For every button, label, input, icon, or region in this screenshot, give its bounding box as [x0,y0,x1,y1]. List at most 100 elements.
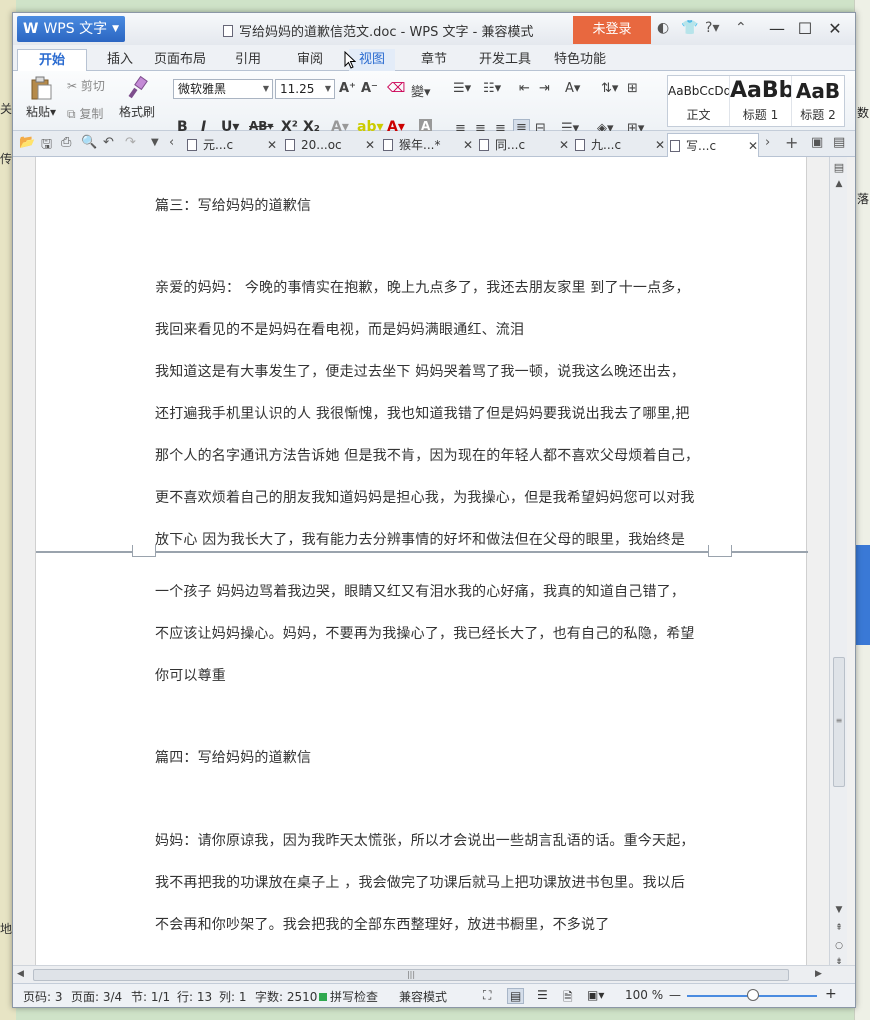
close-tab-icon[interactable]: ✕ [559,133,569,157]
text-line: 妈妈：请你原谅我，因为我昨天太慌张，所以才会说出一些胡言乱语的话。重今天起， [155,833,695,849]
close-button[interactable]: ✕ [821,17,849,41]
hscroll-thumb[interactable]: ||| [33,969,789,981]
margin-mark-left [132,545,156,557]
fullscreen-icon[interactable]: ⛶ [483,988,491,1003]
undo-icon[interactable]: ↶ [103,135,114,150]
prev-page-icon[interactable]: ⇞ [833,923,845,933]
scroll-right-icon[interactable]: ▶ [815,969,822,979]
zoom-level[interactable]: 100 % [625,988,663,1002]
format-painter-label: 格式刷 [118,105,155,119]
scroll-thumb[interactable]: ≡ [833,657,845,787]
close-tab-icon[interactable]: ✕ [748,134,758,158]
shirt-icon[interactable]: 👕 [681,20,698,36]
tab-insert[interactable]: 插入 [95,49,145,71]
doc-tab-4[interactable]: 同...c ✕ [477,133,569,157]
format-painter-button[interactable]: 格式刷 [117,75,157,120]
table-icon[interactable]: ⊞ [627,81,638,96]
doc-tab-3[interactable]: 猴年...* ✕ [381,133,473,157]
tab-page-layout[interactable]: 页面布局 [151,49,209,71]
tab-developer[interactable]: 开发工具 [473,49,537,71]
doc-tab-2[interactable]: 20...oc ✕ [283,133,375,157]
customize-chevron-icon[interactable]: ▼ [151,137,159,148]
help-label: ? [705,20,713,36]
new-tab-icon[interactable]: + [785,133,798,152]
zoom-slider-handle[interactable] [747,989,759,1001]
tab-review[interactable]: 审阅 [287,49,333,71]
tabs-right-arrow-icon[interactable]: › [765,135,770,150]
window-title-text: 写给妈妈的道歉信范文.doc - WPS 文字 - 兼容模式 [239,25,534,40]
zoom-in-icon[interactable]: + [825,986,837,1002]
doc-tab-label: 猴年...* [399,138,441,152]
close-tab-icon[interactable]: ✕ [655,133,665,157]
ruler-toggle-icon[interactable]: ▤ [833,161,845,174]
numbering-icon[interactable]: ☷▾ [483,81,501,96]
open-folder-icon[interactable]: 📂 [19,135,35,150]
tab-features[interactable]: 特色功能 [547,49,613,71]
doc-tab-label: 同...c [495,138,526,152]
font-name-select[interactable]: 微软雅黑 ▼ [173,79,273,99]
print-icon[interactable]: ⎙ [61,135,71,150]
sort-icon[interactable]: ⇅▾ [601,81,618,96]
background-right-strip: 落 数 [854,0,870,1020]
tab-chapter[interactable]: 章节 [411,49,457,71]
spell-check-toggle[interactable]: 拼写检查 [319,988,378,1005]
bullets-icon[interactable]: ☰▾ [453,81,471,96]
document-page[interactable]: 篇三：写给妈妈的道歉信 亲爱的妈妈： 今晚的事情实在抱歉，晚上九点多了，我还去朋… [35,157,808,965]
style-heading-1[interactable]: AaBb 标题 1 [730,76,792,126]
grow-font-icon[interactable]: A⁺ [339,81,356,96]
tab-list-icon[interactable]: ▣ [811,135,823,150]
cut-button[interactable]: ✂ 剪切 [67,77,105,94]
document-workspace: 篇三：写给妈妈的道歉信 亲爱的妈妈： 今晚的事情实在抱歉，晚上九点多了，我还去朋… [13,157,855,967]
tab-references[interactable]: 引用 [225,49,271,71]
scroll-up-icon[interactable]: ▲ [833,179,845,189]
increase-indent-icon[interactable]: ⇥ [539,81,550,96]
close-tab-icon[interactable]: ✕ [463,133,473,157]
tab-home[interactable]: 开始 [17,49,87,71]
horizontal-scrollbar[interactable]: ◀ ||| ▶ [13,965,855,983]
tabs-left-arrow-icon[interactable]: ‹ [169,135,174,150]
clear-format-icon[interactable]: ⌫ [387,81,405,96]
change-case-icon[interactable]: A▾ [565,81,580,96]
scroll-down-icon[interactable]: ▼ [833,905,845,915]
style-preview: AaB [795,79,841,103]
copy-button[interactable]: ⧉ 复制 [67,105,103,122]
collapse-ribbon-icon[interactable]: ⌃ [735,20,747,36]
style-heading-2[interactable]: AaB 标题 2 [792,76,844,126]
document-tabs-bar: 📂 🖫 ⎙ 🔍 ↶ ↷ ▼ ‹ 元...c ✕ 20...oc ✕ 猴年...* ✕ … [13,131,855,157]
doc-tab-label: 九...c [591,138,622,152]
print-preview-icon[interactable]: 🔍 [81,135,97,150]
help-button[interactable]: ?▾ [705,20,719,36]
chevron-down-icon: ▼ [112,24,119,34]
decrease-indent-icon[interactable]: ⇤ [519,81,530,96]
skin-icon[interactable]: ◐ [657,20,669,36]
page-view-icon[interactable]: ▤ [507,988,525,1004]
shrink-font-icon[interactable]: A⁻ [361,81,378,96]
outline-view-icon[interactable]: ☰ [537,988,548,1002]
maximize-button[interactable]: ☐ [791,17,819,41]
close-tab-icon[interactable]: ✕ [267,133,277,157]
bg-label-1: 关 [0,102,13,116]
reading-mode-icon[interactable]: ▣▾ [587,988,604,1002]
redo-icon[interactable]: ↷ [125,135,136,150]
doc-tab-1[interactable]: 元...c ✕ [185,133,277,157]
font-size-value: 11.25 [280,82,315,96]
close-tab-icon[interactable]: ✕ [365,133,375,157]
paste-button[interactable]: 粘贴▾ [21,75,61,120]
doc-tab-5[interactable]: 九...c ✕ [573,133,665,157]
minimize-button[interactable]: — [763,17,791,41]
font-size-select[interactable]: 11.25 ▼ [275,79,335,99]
vertical-scrollbar[interactable]: ▤ ▲ ≡ ▼ ⇞ ○ ⇟ [829,157,847,967]
zoom-out-icon[interactable]: — [669,988,681,1002]
browse-object-icon[interactable]: ○ [833,941,845,951]
document-icon [285,139,295,151]
phonetic-icon[interactable]: 變▾ [411,81,431,100]
login-button[interactable]: 未登录 [573,16,651,44]
style-normal[interactable]: AaBbCcDd 正文 [668,76,730,126]
web-view-icon[interactable]: 🗎 [563,988,573,1009]
text-line: 放下心 因为我长大了，我有能力去分辨事情的好坏和做法但在父母的眼里，我始终是 [155,532,686,548]
save-icon[interactable]: 🖫 [41,135,52,157]
tab-menu-icon[interactable]: ▤ [833,135,845,150]
doc-tab-6-active[interactable]: 写...c ✕ [667,133,759,157]
app-menu-button[interactable]: W WPS 文字 ▼ [17,16,125,42]
scroll-left-icon[interactable]: ◀ [17,969,24,979]
